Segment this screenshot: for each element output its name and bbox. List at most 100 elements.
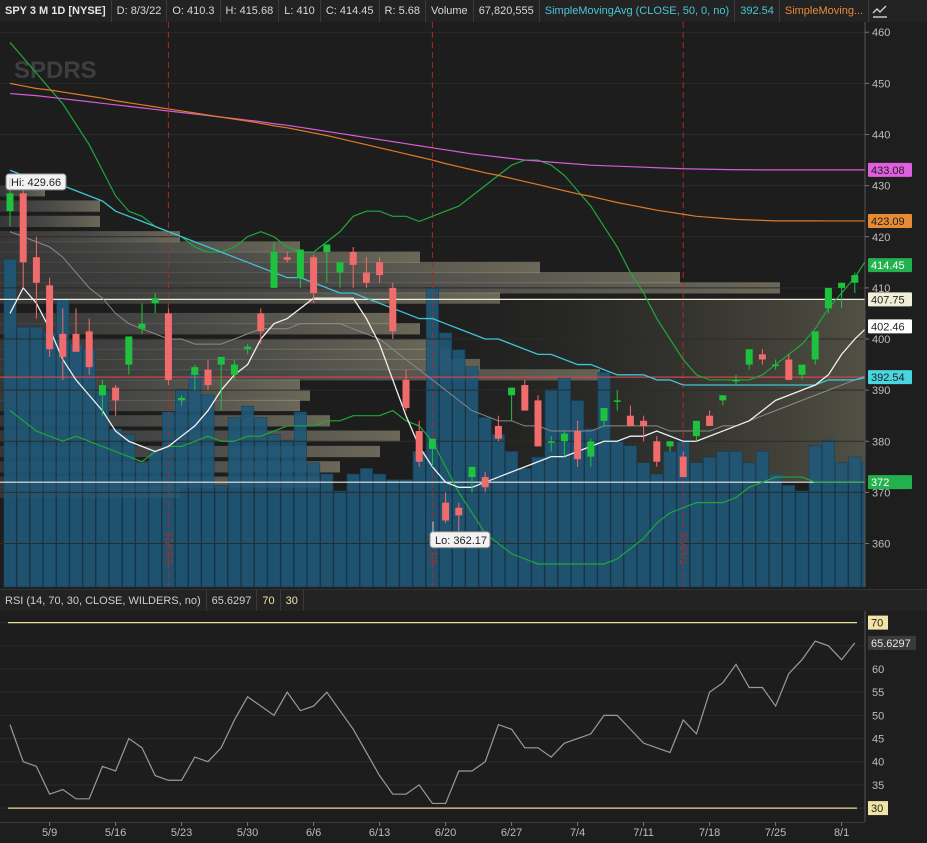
candle-body bbox=[468, 466, 476, 478]
candle-body bbox=[574, 431, 582, 460]
candle-body bbox=[362, 272, 370, 283]
rsi-ob-label-text: 70 bbox=[871, 618, 883, 630]
price-tick-label: 450 bbox=[872, 78, 890, 90]
volume-bar bbox=[663, 451, 677, 588]
volume-bar bbox=[29, 326, 43, 588]
candle-body bbox=[745, 349, 753, 365]
volume-bar bbox=[359, 468, 373, 588]
low-readout: L: 410 bbox=[279, 0, 321, 22]
price-tick-label: 440 bbox=[872, 129, 890, 141]
candle-body bbox=[6, 193, 14, 212]
volume-bar bbox=[848, 456, 862, 588]
sma50-readout: 392.54 bbox=[735, 0, 780, 22]
candle-body bbox=[547, 441, 555, 443]
date-axis[interactable]: 5/9 5/16 5/23 5/30 6/6 6/13 6/20 6/27 7/4 7/11 7/1… bbox=[0, 822, 927, 843]
price-tick-label: 400 bbox=[872, 334, 890, 346]
candle-body bbox=[481, 477, 489, 488]
date-tick-label: 6/27 bbox=[501, 827, 522, 839]
volume-bar bbox=[148, 451, 162, 588]
chart-settings-icon[interactable] bbox=[870, 2, 890, 20]
candle-body bbox=[323, 244, 331, 253]
price-tick-label: 370 bbox=[872, 487, 890, 499]
volume-bar bbox=[795, 490, 809, 588]
rsi-os-label-text: 30 bbox=[871, 803, 883, 815]
volume-bar bbox=[769, 473, 783, 588]
candle-body bbox=[402, 379, 410, 409]
candle-body bbox=[72, 333, 80, 352]
date-tick-label: 7/18 bbox=[699, 827, 720, 839]
date-axis-background bbox=[0, 822, 927, 843]
candle-body bbox=[640, 420, 648, 426]
rsi-tick-label: 45 bbox=[872, 734, 884, 746]
price-chart-panel[interactable]: SPDRS 5/20/22 6/17/22 7/15/22 Hi: 429.66Lo… bbox=[0, 22, 927, 589]
volume-bar bbox=[782, 484, 796, 588]
date-tick-label: 5/16 bbox=[105, 827, 126, 839]
volume-bar bbox=[346, 473, 360, 588]
date-tick-label: 7/25 bbox=[765, 827, 786, 839]
high-readout: H: 415.68 bbox=[221, 0, 280, 22]
volume-bar bbox=[610, 439, 624, 588]
candle-body bbox=[838, 282, 846, 288]
rsi-value-label-text: 65.6297 bbox=[871, 638, 911, 650]
close-readout: C: 414.45 bbox=[321, 0, 380, 22]
volume-bar bbox=[307, 462, 321, 588]
volume-bar bbox=[835, 462, 849, 588]
rsi-oversold-readout: 30 bbox=[281, 590, 304, 612]
volume-bar bbox=[808, 445, 822, 588]
candle-body bbox=[785, 359, 793, 380]
volume-profile-row bbox=[0, 200, 100, 212]
sma-study-label-truncated[interactable]: SimpleMoving... bbox=[780, 0, 870, 22]
rsi-readout: 65.6297 bbox=[207, 590, 258, 612]
rsi-tick-label: 50 bbox=[872, 710, 884, 722]
lo-callout-text: Lo: 362.17 bbox=[435, 535, 487, 547]
volume-bar bbox=[135, 462, 149, 588]
candle-body bbox=[310, 257, 318, 293]
candle-body bbox=[98, 385, 106, 396]
candle-body bbox=[508, 387, 516, 396]
candle-body bbox=[217, 356, 225, 365]
volume-bar bbox=[320, 473, 334, 588]
candle-body bbox=[257, 313, 265, 332]
volume-bar bbox=[43, 332, 57, 588]
volume-bar bbox=[254, 417, 268, 588]
volume-study-label[interactable]: Volume bbox=[426, 0, 474, 22]
date-tick-label: 8/1 bbox=[834, 827, 849, 839]
candle-body bbox=[270, 252, 278, 288]
volume-bar bbox=[491, 434, 505, 588]
volume-bar bbox=[188, 371, 202, 588]
volume-bar bbox=[544, 388, 558, 588]
sma50-study-label[interactable]: SimpleMovingAvg (CLOSE, 50, 0, no) bbox=[540, 0, 736, 22]
volume-readout: 67,820,555 bbox=[474, 0, 540, 22]
date-tick-label: 5/23 bbox=[171, 827, 192, 839]
date-readout: D: 8/3/22 bbox=[112, 0, 168, 22]
price-tick-label: 420 bbox=[872, 232, 890, 244]
rsi-header-bar: RSI (14, 70, 30, CLOSE, WILDERS, no) 65.… bbox=[0, 589, 927, 613]
date-tick-label: 6/20 bbox=[435, 827, 456, 839]
candle-body bbox=[798, 364, 806, 375]
volume-bar bbox=[267, 434, 281, 588]
candle-body bbox=[732, 379, 740, 382]
date-tick-label: 5/30 bbox=[237, 827, 258, 839]
date-tick-label: 6/13 bbox=[369, 827, 390, 839]
candle-body bbox=[613, 400, 621, 402]
candle-body bbox=[178, 397, 186, 401]
candle-body bbox=[692, 420, 700, 437]
price-label-text: 392.54 bbox=[871, 372, 905, 384]
volume-bar bbox=[333, 490, 347, 588]
candle-body bbox=[534, 400, 542, 447]
candle-body bbox=[191, 367, 199, 375]
volume-bar bbox=[3, 259, 17, 588]
volume-bar bbox=[703, 456, 717, 588]
rsi-tick-label: 60 bbox=[872, 664, 884, 676]
rsi-panel[interactable]: 706560555045403530703065.6297 bbox=[0, 611, 927, 822]
volume-bar bbox=[201, 394, 215, 588]
volume-bar bbox=[821, 439, 835, 588]
volume-bar bbox=[637, 462, 651, 588]
range-readout: R: 5.68 bbox=[380, 0, 426, 22]
rsi-study-label[interactable]: RSI (14, 70, 30, CLOSE, WILDERS, no) bbox=[0, 590, 207, 612]
candle-body bbox=[349, 252, 357, 265]
volume-bar bbox=[95, 388, 109, 588]
symbol-label[interactable]: SPY 3 M 1D [NYSE] bbox=[0, 0, 112, 22]
candle-body bbox=[587, 441, 595, 457]
volume-bar bbox=[227, 417, 241, 588]
